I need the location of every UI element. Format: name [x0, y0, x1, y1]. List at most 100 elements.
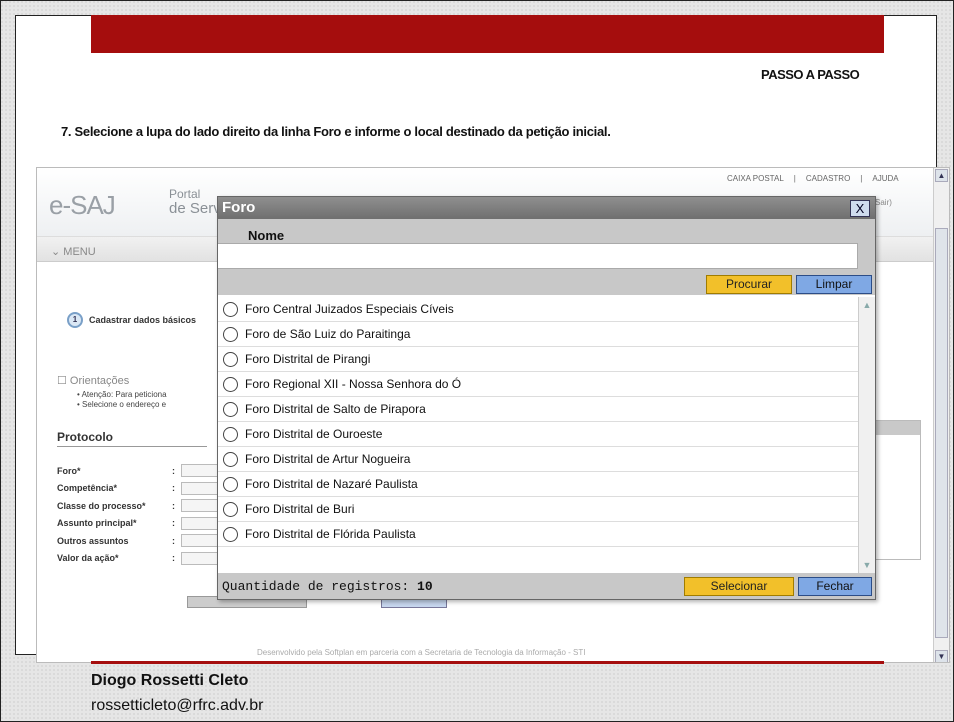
scroll-up-icon[interactable]: ▲ [861, 299, 873, 311]
list-item[interactable]: Foro Distrital de Pirangi [218, 347, 858, 372]
dialog-title: Foro [218, 197, 875, 219]
step-number: 1 [67, 312, 83, 328]
link-separator: | [860, 174, 863, 183]
form-row: Classe do processo*: [57, 497, 221, 515]
selecionar-button[interactable]: Selecionar [684, 577, 794, 596]
form-row: Outros assuntos: [57, 532, 221, 550]
info-icon: ☐ [57, 375, 70, 387]
form-row: Assunto principal*: [57, 515, 221, 533]
author-name: Diogo Rossetti Cleto [91, 672, 249, 689]
list-item[interactable]: Foro Distrital de Buri [218, 497, 858, 522]
foro-name: Foro Distrital de Salto de Pirapora [245, 402, 426, 416]
procurar-button[interactable]: Procurar [706, 275, 792, 294]
record-count-value: 10 [417, 579, 433, 594]
menu-label: MENU [63, 246, 96, 258]
sair-link[interactable]: Sair) [875, 198, 892, 207]
portal-footer: Desenvolvido pela Softplan em parceria c… [257, 648, 586, 657]
radio-button[interactable] [223, 526, 238, 542]
classe-field[interactable] [181, 499, 221, 513]
link-ajuda[interactable]: AJUDA [872, 174, 898, 183]
field-label: Foro* [57, 465, 81, 476]
instruction-text: 7. Selecione a lupa do lado direito da l… [61, 124, 611, 139]
list-item[interactable]: Foro Distrital de Artur Nogueira [218, 447, 858, 472]
form-row: Foro*: [57, 462, 221, 480]
foro-name: Foro Distrital de Flórida Paulista [245, 527, 416, 541]
radio-button[interactable] [223, 401, 238, 417]
link-separator: | [793, 174, 796, 183]
protocol-form: Foro*: Competência*: Classe do processo*… [57, 462, 221, 567]
scroll-down-icon[interactable]: ▼ [861, 559, 873, 571]
menu-toggle[interactable]: ⌄ MENU [51, 245, 96, 258]
close-button[interactable]: X [850, 200, 870, 217]
list-item[interactable]: Foro Distrital de Nazaré Paulista [218, 472, 858, 497]
slide: PASSO A PASSO 7. Selecione a lupa do lad… [0, 0, 954, 722]
outros-assuntos-field[interactable] [181, 534, 221, 548]
list-item[interactable]: Foro Central Juizados Especiais Cíveis [218, 297, 858, 322]
foro-name: Foro Regional XII - Nossa Senhora do Ó [245, 377, 462, 391]
fechar-button[interactable]: Fechar [798, 577, 872, 596]
limpar-button[interactable]: Limpar [796, 275, 872, 294]
foro-name: Foro Distrital de Nazaré Paulista [245, 477, 418, 491]
passo-a-passo-label: PASSO A PASSO [761, 67, 860, 82]
top-links: CAIXA POSTAL | CADASTRO | AJUDA [727, 174, 899, 183]
logo-sub2: de Serv [169, 200, 221, 217]
nome-column-header: Nome [248, 228, 285, 243]
step-label: Cadastrar dados básicos [89, 315, 197, 325]
field-label: Competência* [57, 483, 118, 494]
competencia-field[interactable] [181, 481, 221, 495]
radio-button[interactable] [223, 301, 238, 317]
radio-button[interactable] [223, 501, 238, 517]
foro-name: Foro Distrital de Buri [245, 502, 355, 516]
field-label: Classe do processo* [57, 500, 146, 511]
logo-sub: Portal [169, 187, 201, 201]
list-item[interactable]: Foro Regional XII - Nossa Senhora do Ó [218, 372, 858, 397]
orientacoes-heading: ☐ Orientações [57, 374, 129, 387]
list-item: • Atenção: Para peticiona [77, 390, 167, 399]
radio-button[interactable] [223, 451, 238, 467]
list-item: • Selecione o endereço e [77, 400, 167, 409]
list-scrollbar[interactable]: ▲ ▼ [858, 297, 875, 573]
scroll-down-icon[interactable]: ▼ [935, 650, 948, 662]
page-scrollbar[interactable]: ▲ ▼ [933, 168, 949, 662]
list-item[interactable]: Foro Distrital de Salto de Pirapora [218, 397, 858, 422]
scroll-thumb[interactable] [935, 228, 948, 638]
form-row: Valor da ação*: [57, 550, 221, 568]
radio-button[interactable] [223, 426, 238, 442]
form-row: Competência*: [57, 480, 221, 498]
author-email: rossetticleto@rfrc.adv.br [91, 697, 264, 714]
valor-acao-field[interactable] [181, 551, 221, 565]
chevron-down-icon: ⌄ [51, 246, 64, 258]
nome-search-input[interactable] [218, 243, 858, 269]
list-item[interactable]: Foro Distrital de Ouroeste [218, 422, 858, 447]
field-label: Outros assuntos [57, 535, 129, 546]
foro-name: Foro Distrital de Pirangi [245, 352, 371, 366]
assunto-field[interactable] [181, 516, 221, 530]
side-grid [875, 420, 921, 560]
step-indicator: 1 Cadastrar dados básicos [67, 312, 196, 328]
radio-button[interactable] [223, 476, 238, 492]
orientacoes-list: • Atenção: Para peticiona • Selecione o … [77, 390, 167, 410]
foro-dialog: Foro X Nome Procurar Limpar Foro Central… [217, 196, 876, 600]
radio-button[interactable] [223, 376, 238, 392]
foro-field[interactable] [181, 464, 221, 478]
scroll-up-icon[interactable]: ▲ [935, 169, 948, 182]
record-count: Quantidade de registros: 10 [222, 579, 433, 594]
foro-name: Foro Distrital de Artur Nogueira [245, 452, 411, 466]
orientacoes-label: Orientações [69, 375, 130, 387]
footer-divider [91, 661, 884, 664]
radio-button[interactable] [223, 351, 238, 367]
field-label: Assunto principal* [57, 518, 137, 529]
list-item[interactable]: Foro Distrital de Flórida Paulista [218, 522, 858, 547]
link-cadastro[interactable]: CADASTRO [806, 174, 850, 183]
list-item[interactable]: Foro de São Luiz do Paraitinga [218, 322, 858, 347]
esaj-logo: e-SAJ [49, 190, 116, 220]
protocolo-heading: Protocolo [57, 430, 207, 447]
link-caixa-postal[interactable]: CAIXA POSTAL [727, 174, 784, 183]
field-label: Valor da ação* [57, 553, 119, 564]
foro-list: Foro Central Juizados Especiais Cíveis F… [218, 297, 858, 573]
record-count-label: Quantidade de registros: [222, 579, 410, 594]
foro-name: Foro de São Luiz do Paraitinga [245, 327, 411, 341]
radio-button[interactable] [223, 326, 238, 342]
foro-name: Foro Central Juizados Especiais Cíveis [245, 302, 454, 316]
header-bar [91, 15, 884, 53]
